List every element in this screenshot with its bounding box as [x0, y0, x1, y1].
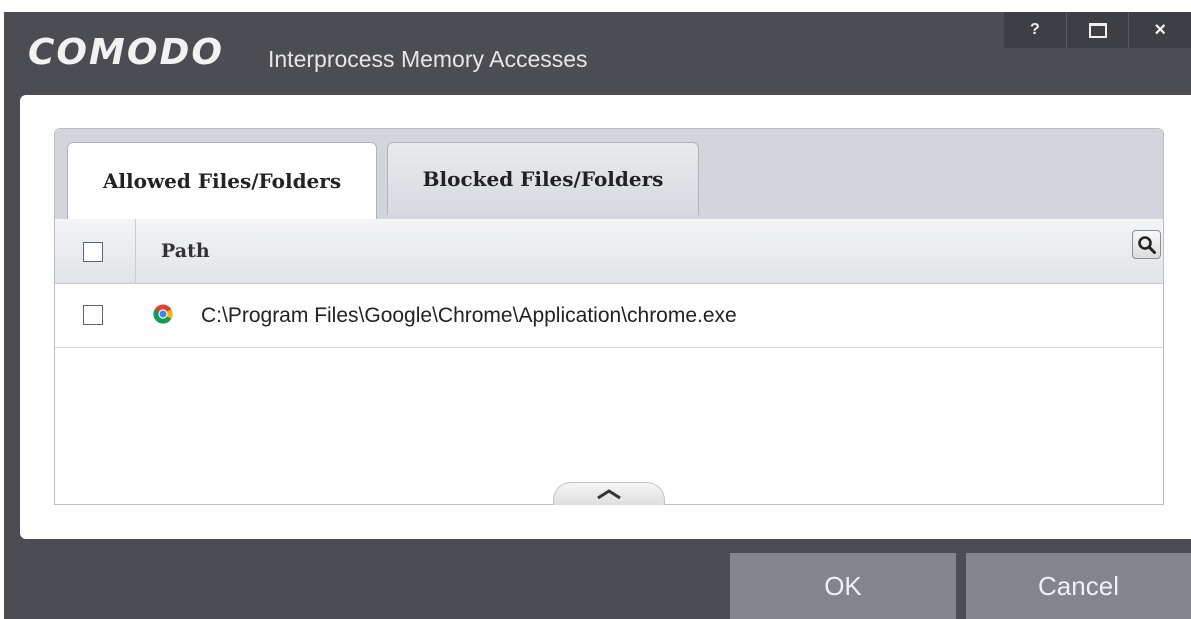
- search-icon: [1137, 235, 1156, 254]
- table-header: Path: [55, 219, 1163, 284]
- comodo-logo: COMODO: [28, 32, 224, 73]
- column-divider: [135, 219, 136, 283]
- tab-bar: Allowed Files/Folders Blocked Files/Fold…: [55, 129, 1163, 219]
- row-checkbox[interactable]: [83, 305, 103, 325]
- cancel-button[interactable]: Cancel: [966, 553, 1191, 619]
- help-button[interactable]: ?: [1004, 12, 1066, 48]
- chrome-icon: [153, 304, 173, 324]
- files-panel: Allowed Files/Folders Blocked Files/Fold…: [54, 128, 1164, 505]
- chevron-up-icon: [597, 489, 621, 500]
- table-row[interactable]: C:\Program Files\Google\Chrome\Applicati…: [55, 284, 1163, 348]
- ok-button[interactable]: OK: [730, 553, 956, 619]
- close-button[interactable]: ×: [1128, 12, 1191, 48]
- maximize-icon: [1088, 22, 1107, 38]
- path-column-header[interactable]: Path: [161, 240, 210, 262]
- select-all-checkbox[interactable]: [83, 242, 103, 262]
- dialog-title: Interprocess Memory Accesses: [268, 46, 588, 72]
- maximize-button[interactable]: [1065, 12, 1129, 48]
- content-area: Allowed Files/Folders Blocked Files/Fold…: [20, 95, 1191, 539]
- title-bar[interactable]: COMODO Interprocess Memory Accesses ? ×: [4, 12, 1191, 95]
- tab-blocked-files-folders[interactable]: Blocked Files/Folders: [387, 142, 699, 215]
- tab-allowed-files-folders[interactable]: Allowed Files/Folders: [67, 142, 377, 219]
- file-path: C:\Program Files\Google\Chrome\Applicati…: [201, 304, 737, 327]
- window-controls: ? ×: [1004, 12, 1191, 48]
- collapse-toggle[interactable]: [553, 482, 665, 505]
- dialog-window: COMODO Interprocess Memory Accesses ? × …: [4, 12, 1191, 619]
- search-button[interactable]: [1132, 230, 1161, 259]
